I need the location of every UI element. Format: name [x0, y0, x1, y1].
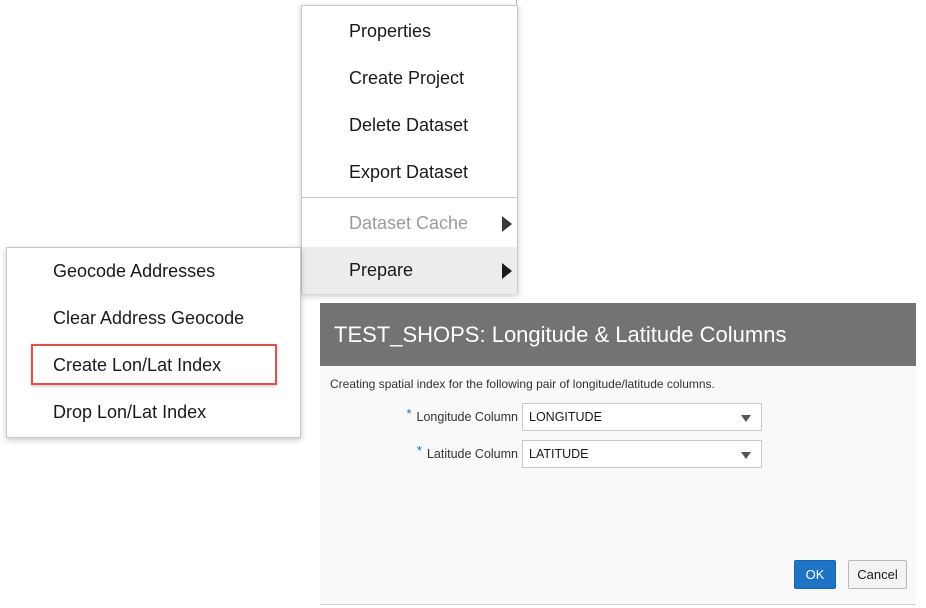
submenu-item-create-lon-lat-index[interactable]: Create Lon/Lat Index [7, 342, 300, 389]
submenu-arrow-icon [502, 262, 512, 279]
menu-item-label: Create Project [349, 68, 465, 88]
menu-item-export-dataset[interactable]: Export Dataset [302, 149, 517, 196]
menu-item-label: Export Dataset [349, 162, 469, 182]
field-label-text: Latitude Column [426, 447, 518, 461]
longitude-column-select[interactable]: LONGITUDE [522, 403, 762, 431]
dropdown-arrow-icon[interactable] [741, 415, 751, 422]
menu-divider [302, 197, 517, 198]
select-value: LATITUDE [529, 447, 589, 461]
menu-item-label: Delete Dataset [349, 115, 469, 135]
menu-item-prepare[interactable]: Prepare [302, 247, 517, 294]
ok-button[interactable]: OK [794, 560, 836, 589]
longitude-column-label: * Longitude Column [406, 403, 518, 431]
menu-item-dataset-cache[interactable]: Dataset Cache [302, 200, 517, 247]
menu-item-label: Create Lon/Lat Index [53, 355, 222, 375]
prepare-submenu: Geocode Addresses Clear Address Geocode … [6, 247, 301, 438]
longitude-column-row: * Longitude Column LONGITUDE [320, 403, 916, 431]
menu-edge-stub [512, 0, 517, 6]
required-marker: * [416, 442, 422, 458]
select-value: LONGITUDE [529, 410, 602, 424]
dialog-title: TEST_SHOPS: Longitude & Latitude Columns [334, 321, 787, 347]
menu-item-label: Prepare [349, 260, 414, 280]
submenu-item-drop-lon-lat-index[interactable]: Drop Lon/Lat Index [7, 389, 300, 436]
menu-item-label: Dataset Cache [349, 213, 469, 233]
dialog-description: Creating spatial index for the following… [330, 377, 715, 391]
menu-item-properties[interactable]: Properties [302, 8, 517, 55]
menu-item-label: Drop Lon/Lat Index [53, 402, 207, 422]
latitude-column-select[interactable]: LATITUDE [522, 440, 762, 468]
menu-item-delete-dataset[interactable]: Delete Dataset [302, 102, 517, 149]
dataset-context-menu: Properties Create Project Delete Dataset… [301, 0, 518, 294]
field-label-text: Longitude Column [416, 410, 518, 424]
lon-lat-columns-dialog: TEST_SHOPS: Longitude & Latitude Columns… [320, 303, 916, 605]
submenu-item-clear-address-geocode[interactable]: Clear Address Geocode [7, 295, 300, 342]
required-marker: * [406, 405, 412, 421]
menu-item-label: Geocode Addresses [53, 261, 216, 281]
submenu-arrow-icon [502, 215, 512, 232]
submenu-item-geocode-addresses[interactable]: Geocode Addresses [7, 248, 300, 295]
latitude-column-label: * Latitude Column [417, 440, 518, 468]
menu-item-label: Properties [349, 21, 432, 41]
dropdown-arrow-icon[interactable] [741, 452, 751, 459]
latitude-column-row: * Latitude Column LATITUDE [320, 440, 916, 468]
menu-item-create-project[interactable]: Create Project [302, 55, 517, 102]
cancel-button[interactable]: Cancel [848, 560, 907, 589]
menu-item-label: Clear Address Geocode [53, 308, 245, 328]
dialog-header: TEST_SHOPS: Longitude & Latitude Columns [320, 303, 916, 366]
